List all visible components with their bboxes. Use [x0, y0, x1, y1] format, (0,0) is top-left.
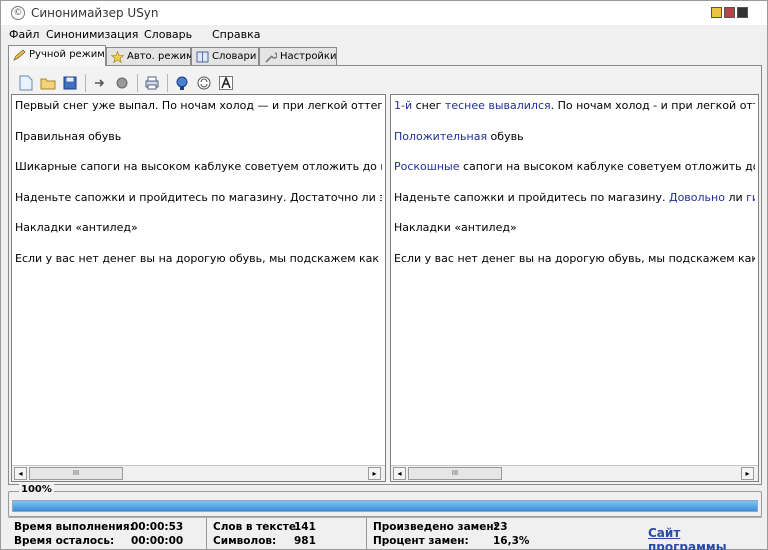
replaced-word: теснее вывалился: [444, 99, 551, 112]
minimize-button[interactable]: [711, 7, 722, 18]
tab-auto-mode[interactable]: Авто. режим: [106, 47, 194, 66]
result-paragraph: Накладки «антилед»: [394, 221, 755, 252]
status-words-group: Слов в тексте: 141 Символов: 981: [206, 518, 366, 550]
horizontal-scrollbar[interactable]: ◂ III ▸: [391, 465, 758, 481]
result-text-segment: снег: [412, 99, 445, 112]
synonymize-icon[interactable]: [173, 74, 191, 92]
new-document-icon[interactable]: [17, 74, 35, 92]
app-logo-icon: ©: [11, 6, 25, 20]
result-text-segment: ли: [724, 190, 747, 204]
progress-percent: 100%: [19, 484, 54, 495]
exec-time-value: 00:00:53: [131, 521, 184, 533]
replacements-label: Произведено замен:: [373, 521, 498, 533]
replaced-word: 1-й: [394, 99, 413, 112]
manual-mode-panel: Первый снег уже выпал. По ночам холод — …: [8, 65, 762, 485]
source-paragraph: Правильная обувь: [15, 129, 122, 143]
percent-value: 16,3%: [493, 535, 530, 547]
save-icon[interactable]: [61, 74, 79, 92]
font-icon[interactable]: [217, 74, 235, 92]
result-paragraph: 1-й снег теснее вывалился. По ночам холо…: [394, 99, 755, 130]
maximize-button[interactable]: [724, 7, 735, 18]
replaced-word: Положительная: [394, 129, 488, 143]
result-paragraph: Положительная обувь: [394, 130, 755, 161]
source-paragraph: Первый снег уже выпал. По ночам холод — …: [15, 99, 382, 112]
open-folder-icon[interactable]: [39, 74, 57, 92]
title-bar: © Синонимайзер USyn: [1, 1, 767, 25]
source-text-pane[interactable]: Первый снег уже выпал. По ночам холод — …: [11, 94, 386, 482]
toolbar-separator: [167, 74, 168, 92]
words-label: Слов в тексте:: [213, 521, 301, 533]
scroll-right-arrow-icon[interactable]: ▸: [368, 467, 381, 480]
result-paragraph: Роскошные сапоги на высоком каблуке сове…: [394, 160, 755, 191]
tab-label: Авто. режим: [127, 51, 194, 62]
swap-icon[interactable]: [195, 74, 213, 92]
menu-file[interactable]: Файл: [9, 28, 39, 41]
progress-group: 100%: [8, 484, 762, 517]
toolbar-separator: [137, 74, 138, 92]
site-link[interactable]: Сайт программы: [648, 526, 762, 550]
result-text-segment: сапоги на высоком каблуке советуем отлож…: [459, 160, 755, 173]
wrench-icon: [265, 52, 277, 63]
result-paragraph: Наденьте сапожки и пройдитесь по магазин…: [394, 191, 755, 222]
tab-settings[interactable]: Настройки: [259, 47, 337, 66]
app-window: © Синонимайзер USyn Файл Синонимизация С…: [0, 0, 768, 550]
book-icon: [196, 51, 209, 63]
menu-dictionary[interactable]: Словарь: [144, 28, 192, 41]
status-time-group: Время выполнения: 00:00:53 Время осталос…: [8, 518, 206, 550]
pencil-icon: [13, 49, 26, 61]
tab-label: Словари: [212, 51, 257, 62]
chars-value: 981: [294, 535, 316, 547]
status-bar: Время выполнения: 00:00:53 Время осталос…: [8, 517, 762, 550]
chars-label: Символов:: [213, 535, 277, 547]
result-text-segment: . По ночам холод - и при легкой отте: [550, 99, 755, 112]
result-text: 1-й снег теснее вывалился. По ночам холо…: [394, 99, 755, 282]
result-text-segment: обувь: [487, 129, 524, 143]
menu-synonymization[interactable]: Синонимизация: [46, 28, 138, 41]
replaced-word: гибк: [746, 190, 755, 204]
source-paragraph: Накладки «антилед»: [15, 221, 138, 234]
source-paragraph: Наденьте сапожки и пройдитесь по магазин…: [15, 190, 382, 204]
print-icon[interactable]: [143, 74, 161, 92]
tab-dictionaries[interactable]: Словари: [191, 47, 259, 66]
window-title: Синонимайзер USyn: [31, 6, 159, 20]
replaced-word: Роскошные: [394, 160, 460, 173]
source-paragraph: Если у вас нет денег вы на дорогую обувь…: [15, 251, 382, 265]
result-text-segment: Наденьте сапожки и пройдитесь по магазин…: [394, 190, 669, 204]
scroll-thumb[interactable]: III: [408, 467, 502, 480]
result-text-segment: Накладки «антилед»: [394, 221, 517, 234]
source-paragraph: Шикарные сапоги на высоком каблуке совет…: [15, 160, 382, 173]
remaining-time-label: Время осталось:: [14, 535, 115, 547]
close-button[interactable]: [737, 7, 748, 18]
tab-manual-mode[interactable]: Ручной режим: [8, 45, 106, 66]
exec-time-label: Время выполнения:: [14, 521, 134, 533]
menu-bar: Файл Синонимизация Словарь Справка: [1, 26, 767, 44]
result-text-segment: Если у вас нет денег вы на дорогую обувь…: [394, 251, 755, 265]
toolbar-separator: [85, 74, 86, 92]
record-icon[interactable]: [113, 74, 131, 92]
horizontal-scrollbar[interactable]: ◂ III ▸: [12, 465, 385, 481]
progress-bar: [12, 500, 758, 512]
remaining-time-value: 00:00:00: [131, 535, 184, 547]
menu-help[interactable]: Справка: [212, 28, 260, 41]
tab-label: Настройки: [280, 51, 337, 62]
status-replacements-group: Произведено замен: 23 Процент замен: 16,…: [366, 518, 536, 550]
words-value: 141: [294, 521, 316, 533]
scroll-right-arrow-icon[interactable]: ▸: [741, 467, 754, 480]
replacements-value: 23: [493, 521, 508, 533]
tab-strip: Ручной режим Авто. режим Словари Настрой…: [1, 44, 767, 66]
toolbar: [9, 72, 761, 96]
replaced-word: Довольно: [668, 190, 725, 204]
source-text: Первый снег уже выпал. По ночам холод — …: [15, 99, 382, 282]
percent-label: Процент замен:: [373, 535, 469, 547]
progress-fill: [13, 501, 757, 511]
forward-icon[interactable]: [91, 74, 109, 92]
result-text-pane[interactable]: 1-й снег теснее вывалился. По ночам холо…: [390, 94, 759, 482]
scroll-thumb[interactable]: III: [29, 467, 123, 480]
scroll-left-arrow-icon[interactable]: ◂: [14, 467, 27, 480]
star-icon: [111, 51, 124, 63]
result-paragraph: Если у вас нет денег вы на дорогую обувь…: [394, 252, 755, 283]
tab-label: Ручной режим: [29, 49, 105, 60]
scroll-left-arrow-icon[interactable]: ◂: [393, 467, 406, 480]
